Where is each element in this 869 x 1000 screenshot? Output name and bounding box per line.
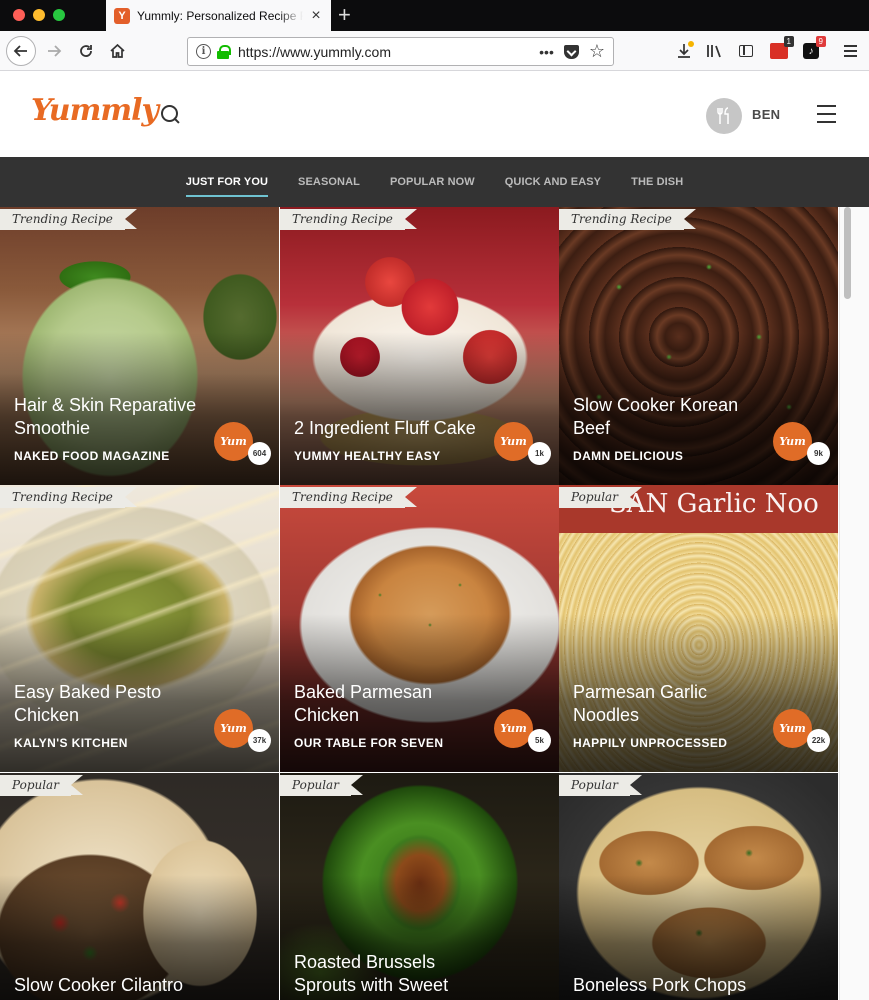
yum-count: 1k [528, 442, 551, 465]
recipe-card[interactable]: SAN Garlic Noo Popular Parmesan Garlic N… [559, 485, 838, 772]
reload-icon [80, 45, 92, 57]
tab-title: Yummly: Personalized Recipe Recommendati… [137, 8, 303, 23]
extension-badge-count: 9 [815, 36, 826, 47]
url-bar[interactable]: i https://www.yummly.com ••• ☆ [187, 37, 614, 66]
new-tab-button[interactable]: + [338, 2, 351, 28]
recipe-card[interactable]: Popular Slow Cooker Cilantro [0, 773, 279, 1000]
home-icon [109, 43, 125, 58]
browser-toolbar: i https://www.yummly.com ••• ☆ 1 ♪ 9 [0, 31, 869, 71]
recipe-title[interactable]: Roasted Brussels Sprouts with Sweet [294, 951, 495, 997]
status-badge: Trending Recipe [0, 487, 137, 508]
tab-the-dish[interactable]: THE DISH [631, 170, 683, 194]
yum-count: 5k [528, 729, 551, 752]
recipe-card[interactable]: Popular Roasted Brussels Sprouts with Sw… [280, 773, 559, 1000]
recipe-source[interactable]: YUMMY HEALTHY EASY [294, 449, 441, 463]
recipe-source[interactable]: HAPPILY UNPROCESSED [573, 736, 727, 750]
extension-button-1[interactable]: 1 [769, 36, 794, 63]
status-badge: Popular [559, 775, 642, 796]
status-badge: Trending Recipe [559, 209, 696, 230]
home-button[interactable] [103, 37, 131, 65]
tab-popular-now[interactable]: POPULAR NOW [390, 170, 475, 194]
recipe-card[interactable]: Popular Boneless Pork Chops [559, 773, 838, 1000]
recipe-source[interactable]: NAKED FOOD MAGAZINE [14, 449, 170, 463]
page-actions-icon[interactable]: ••• [539, 44, 554, 60]
library-button[interactable] [704, 39, 726, 63]
recipe-card[interactable]: Trending Recipe Hair & Skin Reparative S… [0, 207, 279, 485]
pocket-icon[interactable] [563, 44, 579, 59]
arrow-left-icon [13, 45, 27, 57]
hamburger-icon [817, 105, 836, 107]
recipe-title[interactable]: Parmesan Garlic Noodles [573, 681, 774, 727]
menu-icon [843, 45, 857, 47]
browser-tab-active[interactable]: Y Yummly: Personalized Recipe Recommenda… [106, 0, 331, 31]
downloads-button[interactable] [674, 39, 694, 63]
yum-count: 37k [248, 729, 271, 752]
user-name[interactable]: BEN [752, 107, 780, 122]
scrollbar-track[interactable] [839, 207, 869, 1000]
recipe-card[interactable]: Trending Recipe Slow Cooker Korean Beef … [559, 207, 838, 485]
recipe-grid: Trending Recipe Hair & Skin Reparative S… [0, 207, 839, 1000]
status-badge: Trending Recipe [280, 209, 417, 230]
extension-button-2[interactable]: ♪ 9 [801, 36, 826, 63]
tab-seasonal[interactable]: SEASONAL [298, 170, 360, 194]
status-badge: Trending Recipe [0, 209, 137, 230]
url-text[interactable]: https://www.yummly.com [238, 44, 539, 60]
bookmark-star-icon[interactable]: ☆ [589, 41, 605, 62]
recipe-title[interactable]: Baked Parmesan Chicken [294, 681, 495, 727]
recipe-source[interactable]: KALYN'S KITCHEN [14, 736, 128, 750]
tab-close-icon[interactable]: × [309, 7, 323, 25]
recipe-title[interactable]: Boneless Pork Chops [573, 974, 774, 997]
recipe-title[interactable]: Hair & Skin Reparative Smoothie [14, 394, 215, 440]
status-badge: Popular [280, 775, 363, 796]
site-menu-button[interactable] [817, 105, 836, 123]
tab-quick-and-easy[interactable]: QUICK AND EASY [505, 170, 601, 194]
lock-icon [217, 44, 231, 59]
yum-count: 9k [807, 442, 830, 465]
scrollbar-thumb[interactable] [844, 207, 851, 299]
back-button[interactable] [6, 36, 36, 66]
recipe-card[interactable]: Trending Recipe Baked Parmesan Chicken O… [280, 485, 559, 772]
recipe-card[interactable]: Trending Recipe 2 Ingredient Fluff Cake … [280, 207, 559, 485]
search-icon[interactable] [161, 105, 180, 124]
site-header: Yummly BEN [0, 71, 869, 157]
recipe-title[interactable]: Slow Cooker Korean Beef [573, 394, 774, 440]
window-close-button[interactable] [13, 9, 25, 21]
forward-button[interactable] [40, 37, 68, 65]
utensils-icon [717, 107, 729, 124]
status-badge: Trending Recipe [280, 487, 417, 508]
sidebar-button[interactable] [737, 39, 755, 63]
yummly-logo[interactable]: Yummly [31, 93, 159, 128]
category-nav: JUST FOR YOU SEASONAL POPULAR NOW QUICK … [0, 157, 869, 207]
tab-just-for-you[interactable]: JUST FOR YOU [185, 170, 269, 197]
recipe-title[interactable]: Easy Baked Pesto Chicken [14, 681, 215, 727]
library-icon [707, 45, 721, 58]
window-zoom-button[interactable] [53, 9, 65, 21]
recipe-title[interactable]: 2 Ingredient Fluff Cake [294, 417, 495, 440]
status-badge: Popular [559, 487, 642, 508]
yummly-favicon-icon: Y [114, 7, 130, 24]
window-minimize-button[interactable] [33, 9, 45, 21]
recipe-source[interactable]: DAMN DELICIOUS [573, 449, 683, 463]
info-icon[interactable]: i [196, 44, 211, 59]
yum-count: 22k [807, 729, 830, 752]
arrow-right-icon [48, 45, 62, 57]
status-badge: Popular [0, 775, 83, 796]
avatar[interactable] [706, 98, 742, 134]
extension-badge-count: 1 [783, 36, 794, 47]
reload-button[interactable] [72, 37, 100, 65]
browser-menu-button[interactable] [841, 39, 859, 63]
browser-tab-bar: Y Yummly: Personalized Recipe Recommenda… [0, 0, 869, 31]
recipe-title[interactable]: Slow Cooker Cilantro [14, 974, 215, 997]
yum-count: 604 [248, 442, 271, 465]
recipe-card[interactable]: Trending Recipe Easy Baked Pesto Chicken… [0, 485, 279, 772]
download-indicator-dot [688, 41, 694, 47]
recipe-source[interactable]: OUR TABLE FOR SEVEN [294, 736, 443, 750]
sidebar-icon [739, 45, 753, 57]
